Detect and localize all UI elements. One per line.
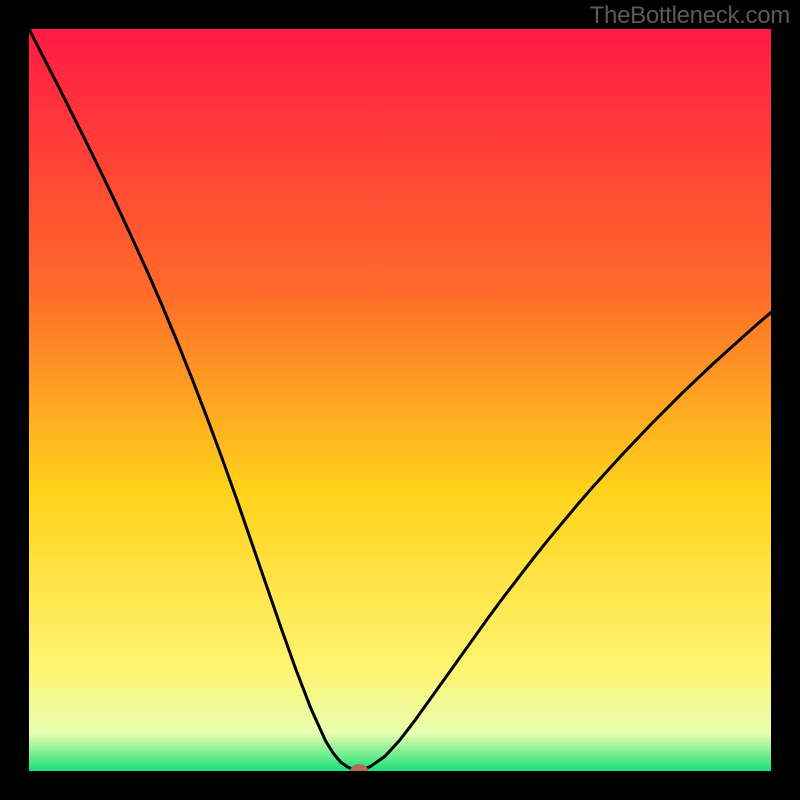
chart-svg bbox=[29, 29, 771, 771]
gradient-background bbox=[29, 29, 771, 771]
watermark-text: TheBottleneck.com bbox=[590, 2, 790, 30]
chart-frame: TheBottleneck.com bbox=[0, 0, 800, 800]
plot-area bbox=[29, 29, 771, 771]
